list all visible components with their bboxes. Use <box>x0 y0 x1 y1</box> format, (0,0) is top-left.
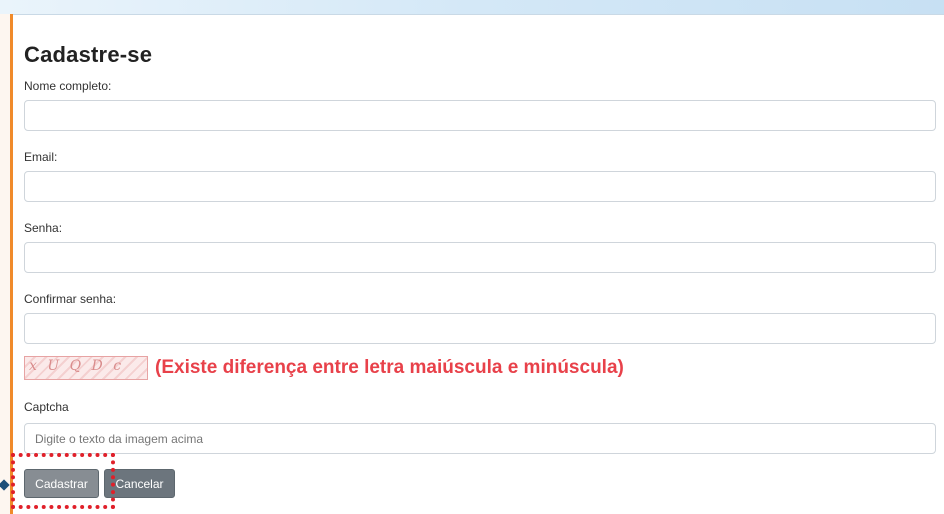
password-input[interactable] <box>24 242 936 273</box>
captcha-input[interactable] <box>24 423 936 454</box>
full-name-input[interactable] <box>24 100 936 131</box>
captcha-case-note: (Existe diferença entre letra maiúscula … <box>155 357 624 378</box>
captcha-label: Captcha <box>24 400 69 414</box>
full-name-label: Nome completo: <box>24 79 112 93</box>
highlight-box <box>11 453 115 509</box>
captcha-image-text: x U Q D c <box>29 358 125 374</box>
confirm-password-input[interactable] <box>24 313 936 344</box>
password-label: Senha: <box>24 221 63 235</box>
top-banner <box>0 0 944 15</box>
email-input[interactable] <box>24 171 936 202</box>
page-title: Cadastre-se <box>24 42 153 67</box>
left-margin <box>0 14 10 514</box>
captcha-image: x U Q D c <box>24 356 148 380</box>
email-label: Email: <box>24 150 58 164</box>
confirm-password-label: Confirmar senha: <box>24 292 117 306</box>
